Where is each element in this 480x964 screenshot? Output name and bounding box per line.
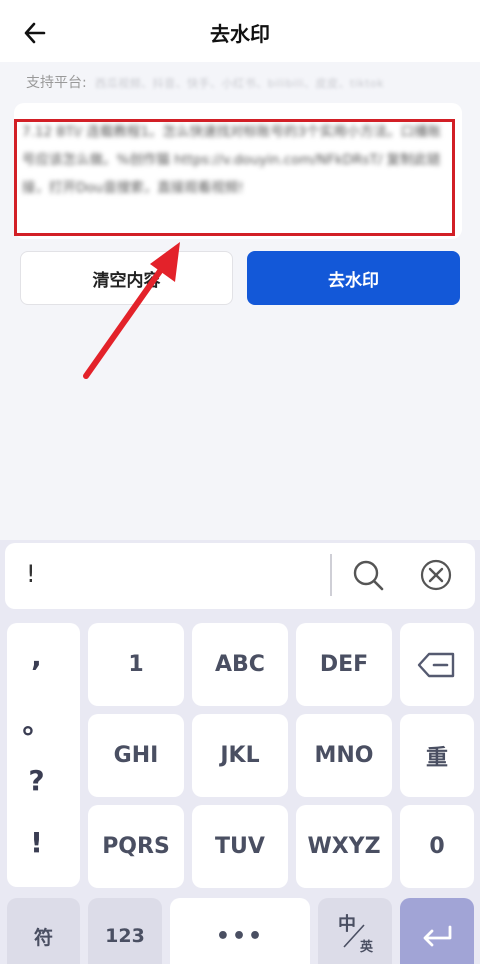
- key-repeat[interactable]: 重: [400, 714, 474, 797]
- space-key[interactable]: •••: [170, 898, 310, 964]
- platforms-list: 西瓜视频、抖音、快手、小红书、bilibili、皮皮、tiktok: [95, 77, 385, 90]
- search-icon[interactable]: [350, 557, 386, 593]
- keyboard-input-text: !: [26, 560, 36, 588]
- clear-circle-icon[interactable]: [418, 557, 454, 593]
- clear-content-button[interactable]: 清空内容: [20, 251, 233, 305]
- highlight-box: [14, 119, 455, 236]
- key-tuv[interactable]: TUV: [192, 805, 288, 888]
- page-title: 去水印: [210, 22, 270, 46]
- punct-key-question[interactable]: ?: [0, 764, 73, 797]
- key-pqrs[interactable]: PQRS: [88, 805, 184, 888]
- top-bar: 去水印: [0, 0, 480, 62]
- key-jkl[interactable]: JKL: [192, 714, 288, 797]
- language-switch-key[interactable]: 中 英: [318, 898, 392, 964]
- supported-platforms: 支持平台: 西瓜视频、抖音、快手、小红书、bilibili、皮皮、tiktok: [26, 72, 384, 92]
- punct-key-exclamation[interactable]: !: [0, 826, 73, 859]
- numbers-key[interactable]: 123: [88, 898, 162, 964]
- punct-key-period[interactable]: 。: [0, 702, 73, 742]
- lang-zh-label: 中: [338, 914, 356, 935]
- key-def[interactable]: DEF: [296, 623, 392, 706]
- key-abc[interactable]: ABC: [192, 623, 288, 706]
- key-0[interactable]: 0: [400, 805, 474, 888]
- backspace-key[interactable]: [400, 623, 474, 706]
- keyboard-candidate-bar[interactable]: [5, 543, 475, 609]
- enter-icon: [423, 925, 452, 947]
- lang-en-label: 英: [360, 940, 374, 955]
- platforms-label: 支持平台:: [26, 75, 87, 91]
- key-1[interactable]: 1: [88, 623, 184, 706]
- candidate-divider: [330, 554, 332, 596]
- punct-key-comma[interactable]: ,: [0, 640, 73, 673]
- enter-key[interactable]: [400, 898, 474, 964]
- key-mno[interactable]: MNO: [296, 714, 392, 797]
- key-wxyz[interactable]: WXYZ: [296, 805, 392, 888]
- symbols-key[interactable]: 符: [7, 898, 80, 964]
- remove-watermark-button[interactable]: 去水印: [247, 251, 460, 305]
- backspace-icon: [417, 652, 455, 677]
- key-ghi[interactable]: GHI: [88, 714, 184, 797]
